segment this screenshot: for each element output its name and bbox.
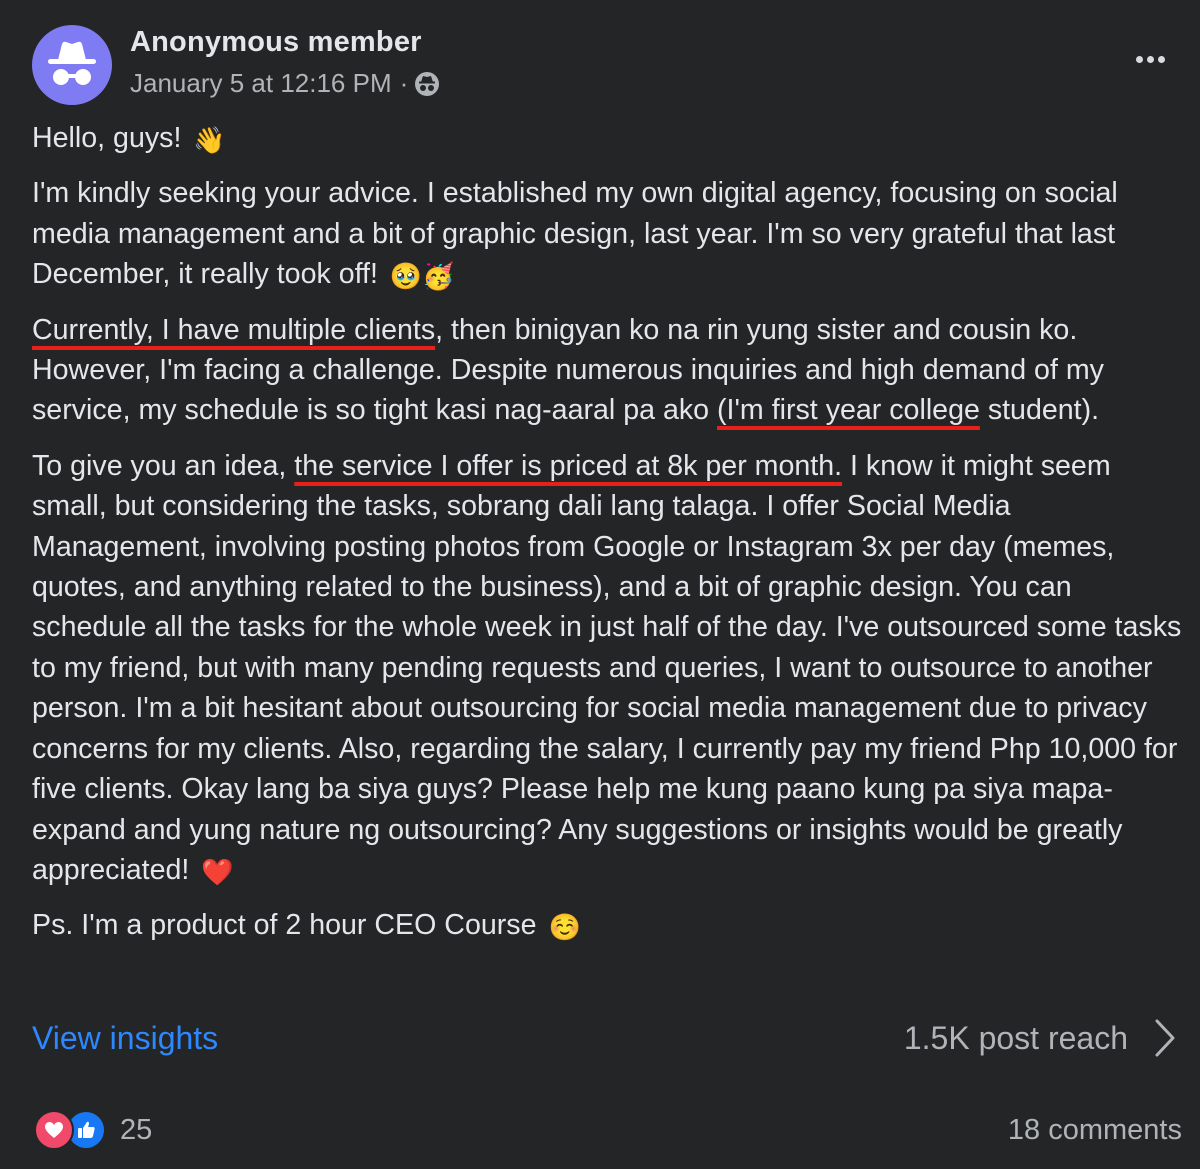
red-heart-emoji: ❤️ — [201, 856, 234, 887]
postscript: Ps. I'm a product of 2 hour CEO Course ☺… — [32, 905, 1192, 945]
paragraph-1: I'm kindly seeking your advice. I establ… — [32, 173, 1192, 294]
post-meta: January 5 at 12:16 PM · — [130, 68, 440, 99]
post-card: Anonymous member January 5 at 12:16 PM ·… — [0, 0, 1200, 1169]
incognito-icon — [48, 41, 96, 85]
paragraph-2: Currently, I have multiple clients, then… — [32, 310, 1192, 431]
greeting-paragraph: Hello, guys! 👋 — [32, 118, 1192, 158]
highlight-price: the service I offer is priced at 8k per … — [294, 449, 843, 482]
timestamp[interactable]: January 5 at 12:16 PM — [130, 68, 392, 99]
paragraph-3-start: To give you an idea, — [32, 449, 295, 482]
paragraph-1-text: I'm kindly seeking your advice. I establ… — [32, 177, 1118, 291]
meta-separator: · — [399, 68, 409, 98]
smiling-emoji: ☺️ — [548, 912, 581, 943]
highlight-first-year-college: (I'm first year college — [717, 394, 980, 427]
reactions-summary[interactable]: 25 — [34, 1110, 152, 1150]
post-body: Hello, guys! 👋 I'm kindly seeking your a… — [32, 118, 1192, 961]
view-insights-link[interactable]: View insights — [32, 1020, 218, 1057]
avatar[interactable] — [32, 25, 112, 105]
more-options-icon[interactable] — [1130, 44, 1170, 74]
post-reach-label: 1.5K post reach — [903, 1019, 1128, 1056]
author-name[interactable]: Anonymous member — [130, 26, 422, 59]
post-reach-button[interactable]: 1.5K post reach — [904, 1018, 1176, 1058]
comments-count-link[interactable]: 18 comments — [1008, 1114, 1182, 1147]
pleading-partying-emoji: 🥹🥳 — [389, 261, 455, 292]
waving-hand-emoji: 👋 — [193, 125, 226, 155]
paragraph-3: To give you an idea, the service I offer… — [32, 446, 1192, 890]
paragraph-3-rest: I know it might seem small, but consider… — [32, 449, 1182, 886]
paragraph-2-end: student). — [979, 394, 1100, 427]
anonymous-audience-icon — [414, 71, 440, 97]
chevron-right-icon — [1154, 1018, 1176, 1058]
postscript-text: Ps. I'm a product of 2 hour CEO Course — [32, 909, 537, 942]
love-icon — [34, 1110, 74, 1150]
highlight-multiple-clients: Currently, I have multiple clients — [32, 313, 436, 346]
greeting-text: Hello, guys! — [32, 122, 182, 154]
reaction-count: 25 — [120, 1113, 153, 1146]
